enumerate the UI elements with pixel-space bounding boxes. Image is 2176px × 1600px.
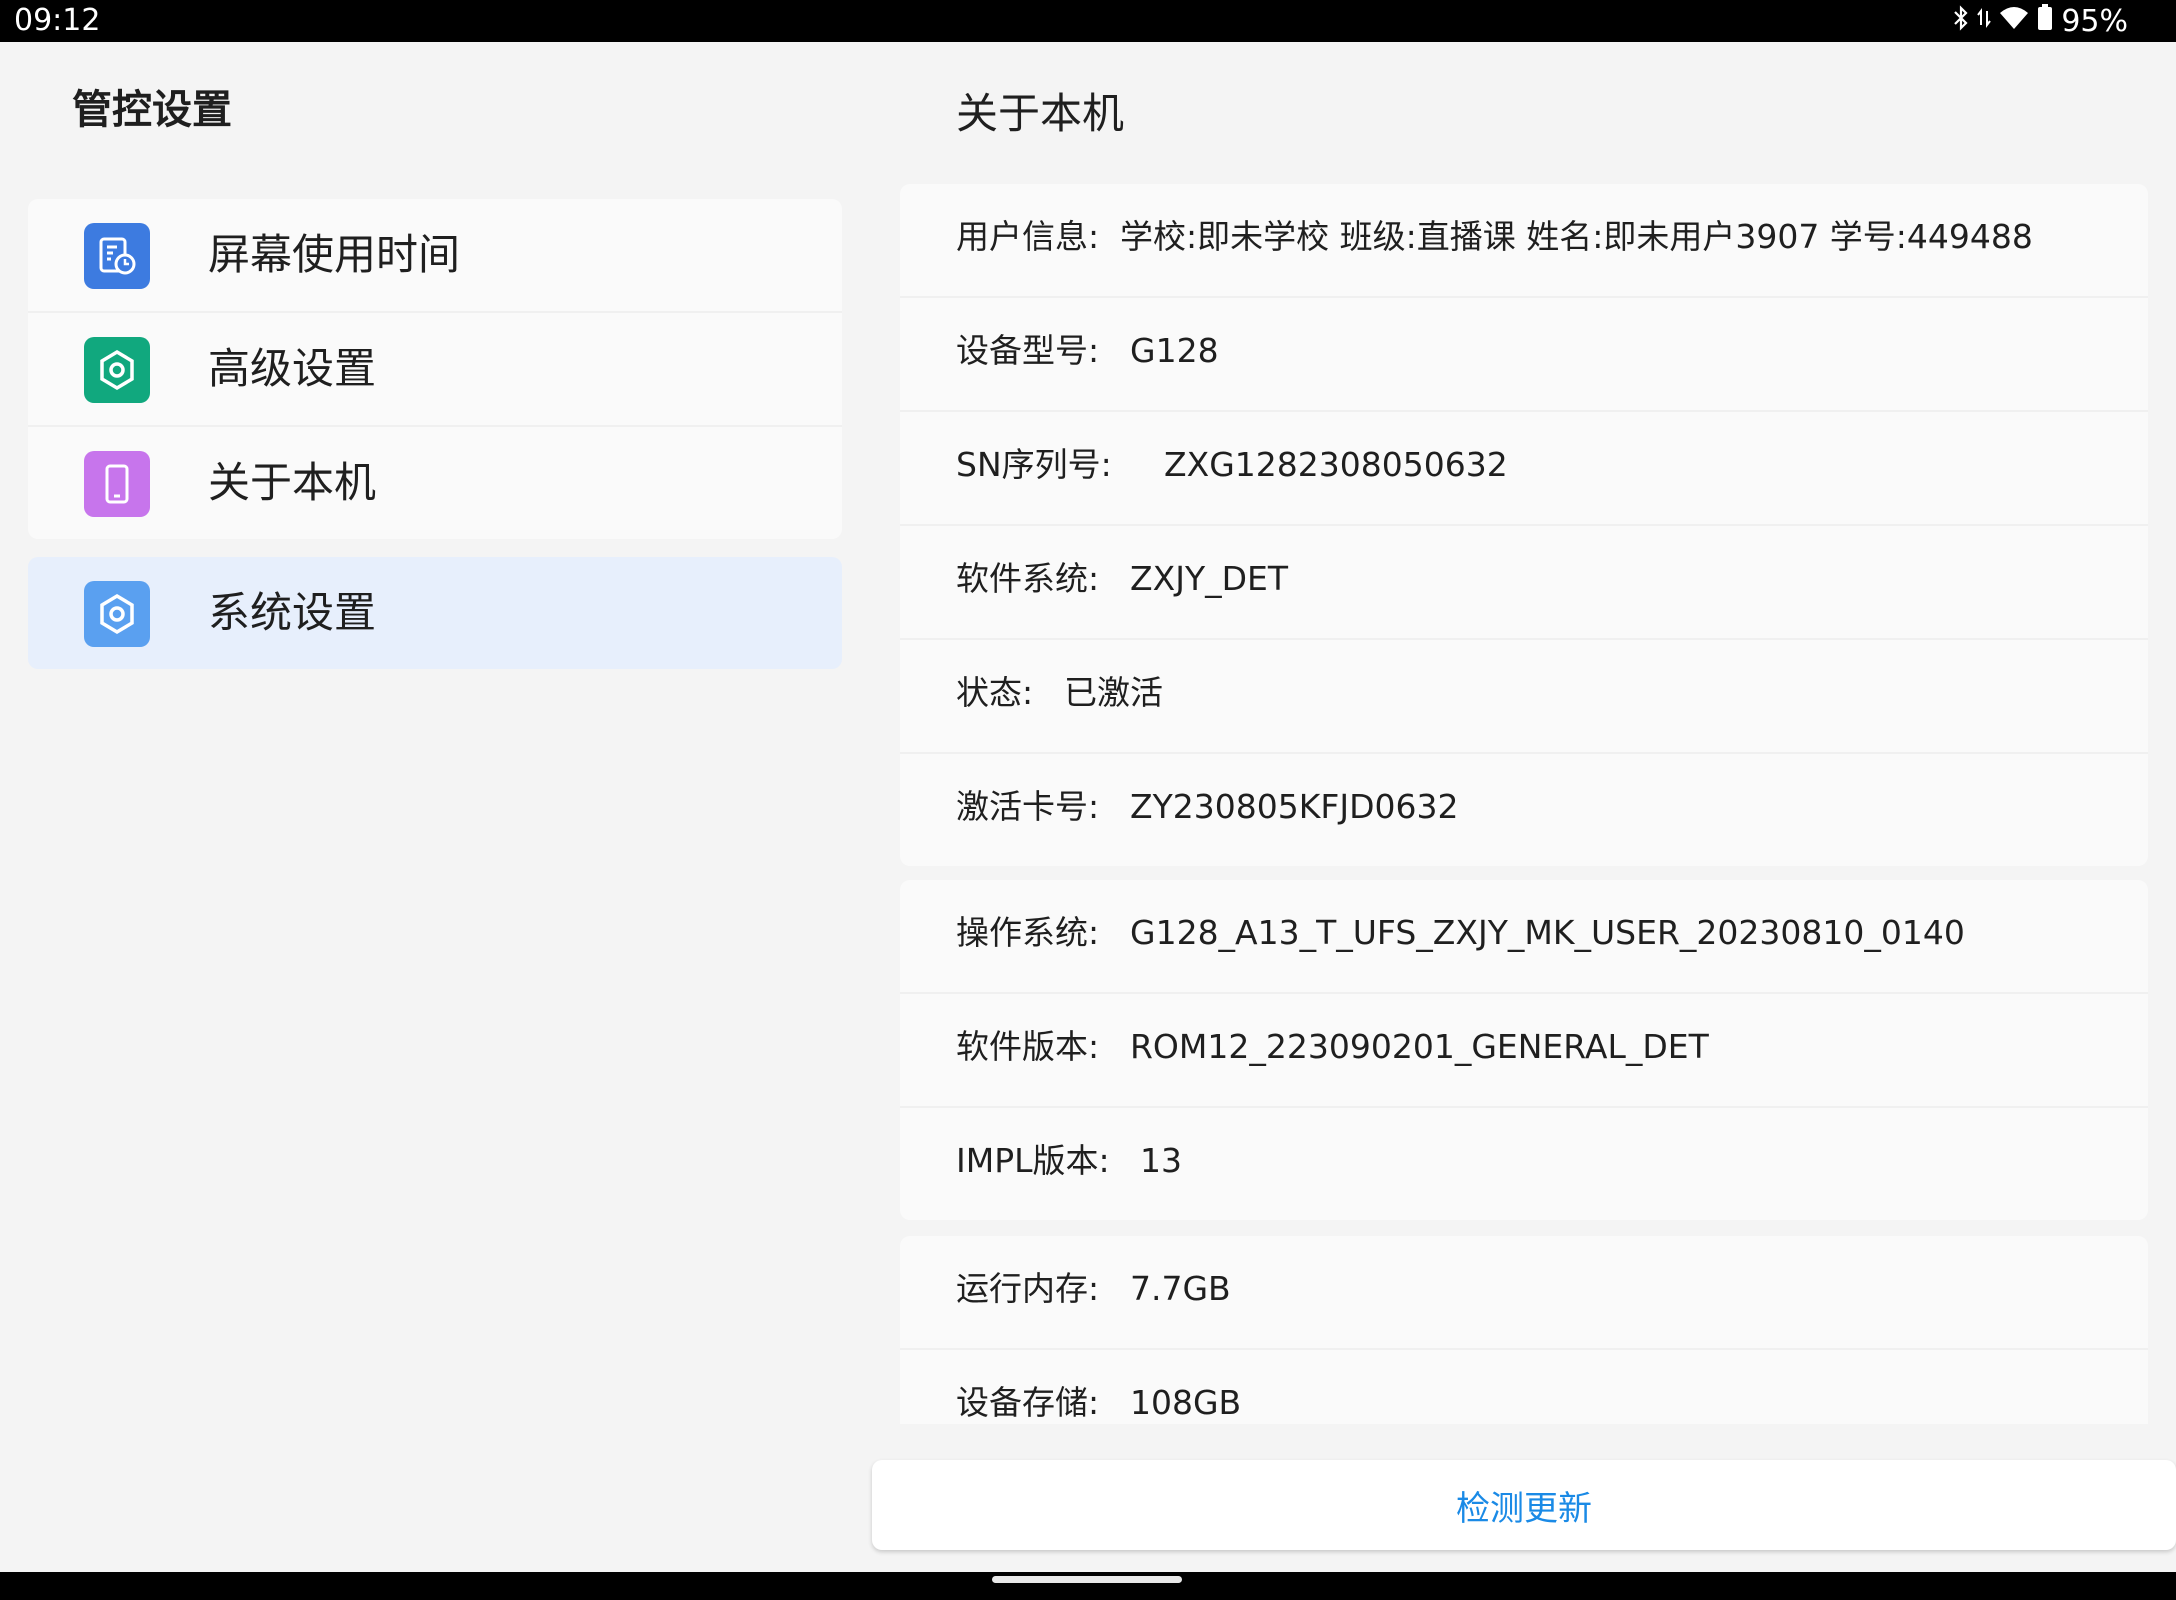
status-bar: 09:12 95% — [0, 0, 2176, 42]
info-label: 操作系统: — [956, 913, 1100, 952]
info-row-status: 状态: 已激活 — [900, 638, 2148, 752]
info-row-ram: 运行内存: 7.7GB — [900, 1236, 2148, 1348]
info-value: 学校:即未学校 班级:直播课 姓名:即未用户3907 学号:449488 — [1120, 217, 2033, 256]
menu-item-label: 高级设置 — [208, 344, 377, 393]
info-value: ZY230805KFJD0632 — [1130, 787, 1459, 826]
menu-item-screen-time[interactable]: 屏幕使用时间 — [28, 199, 842, 311]
info-label: 用户信息: — [956, 217, 1100, 256]
battery-icon — [2037, 3, 2053, 39]
info-value: 已激活 — [1064, 673, 1163, 712]
info-label: 软件版本: — [956, 1027, 1100, 1066]
home-gesture-handle[interactable] — [992, 1576, 1182, 1583]
info-label: SN序列号: — [956, 445, 1112, 484]
info-row-model: 设备型号: G128 — [900, 296, 2148, 410]
battery-percent: 95% — [2061, 3, 2128, 39]
info-value: ROM12_223090201_GENERAL_DET — [1130, 1027, 1709, 1066]
data-arrows-icon — [1977, 4, 1992, 39]
info-value: 108GB — [1130, 1383, 1242, 1422]
info-value: 7.7GB — [1130, 1269, 1231, 1308]
info-value: G128 — [1130, 331, 1219, 370]
wifi-icon — [1999, 4, 2029, 39]
info-row-software-version: 软件版本: ROM12_223090201_GENERAL_DET — [900, 992, 2148, 1106]
info-row-user: 用户信息: 学校:即未学校 班级:直播课 姓名:即未用户3907 学号:4494… — [900, 184, 2148, 296]
menu-item-label: 系统设置 — [208, 588, 377, 637]
info-value: 13 — [1140, 1141, 1182, 1180]
menu-item-advanced-settings[interactable]: 高级设置 — [28, 311, 842, 425]
menu-item-system-settings[interactable]: 系统设置 — [28, 557, 842, 669]
info-row-storage: 设备存储: 108GB — [900, 1348, 2148, 1424]
status-time: 09:12 — [14, 3, 101, 38]
info-value: ZXJY_DET — [1130, 559, 1289, 598]
menu-item-about-device[interactable]: 关于本机 — [28, 425, 842, 539]
info-label: IMPL版本: — [956, 1141, 1110, 1180]
advanced-settings-icon — [84, 337, 150, 403]
info-row-activation-card: 激活卡号: ZY230805KFJD0632 — [900, 752, 2148, 866]
info-row-sn: SN序列号: ZXG1282308050632 — [900, 410, 2148, 524]
info-label: 软件系统: — [956, 559, 1100, 598]
info-card-storage: 运行内存: 7.7GB 设备存储: 108GB — [900, 1236, 2148, 1424]
info-row-os: 操作系统: G128_A13_T_UFS_ZXJY_MK_USER_202308… — [900, 880, 2148, 992]
info-row-impl-version: IMPL版本: 13 — [900, 1106, 2148, 1220]
bluetooth-icon — [1953, 4, 1969, 39]
screen-time-icon — [84, 223, 150, 289]
info-label: 状态: — [956, 673, 1034, 712]
gear-icon — [84, 581, 150, 647]
menu-item-label: 屏幕使用时间 — [208, 230, 461, 279]
info-row-software-system: 软件系统: ZXJY_DET — [900, 524, 2148, 638]
info-value: G128_A13_T_UFS_ZXJY_MK_USER_20230810_014… — [1130, 913, 1965, 952]
info-scroll-area[interactable]: 用户信息: 学校:即未学校 班级:直播课 姓名:即未用户3907 学号:4494… — [900, 184, 2148, 1424]
detail-title: 关于本机 — [956, 89, 1125, 138]
status-icons: 95% — [1953, 3, 2128, 39]
info-label: 设备型号: — [956, 331, 1100, 370]
menu-item-label: 关于本机 — [208, 458, 377, 507]
info-card-user: 用户信息: 学校:即未学校 班级:直播课 姓名:即未用户3907 学号:4494… — [900, 184, 2148, 866]
phone-icon — [84, 451, 150, 517]
info-label: 设备存储: — [956, 1383, 1100, 1422]
info-value: ZXG1282308050632 — [1164, 445, 1508, 484]
page-title: 管控设置 — [72, 87, 232, 133]
settings-menu: 屏幕使用时间 高级设置 关于本机 — [28, 199, 842, 539]
check-update-button[interactable]: 检测更新 — [872, 1460, 2176, 1550]
info-label: 运行内存: — [956, 1269, 1100, 1308]
info-card-system: 操作系统: G128_A13_T_UFS_ZXJY_MK_USER_202308… — [900, 880, 2148, 1220]
info-label: 激活卡号: — [956, 787, 1100, 826]
